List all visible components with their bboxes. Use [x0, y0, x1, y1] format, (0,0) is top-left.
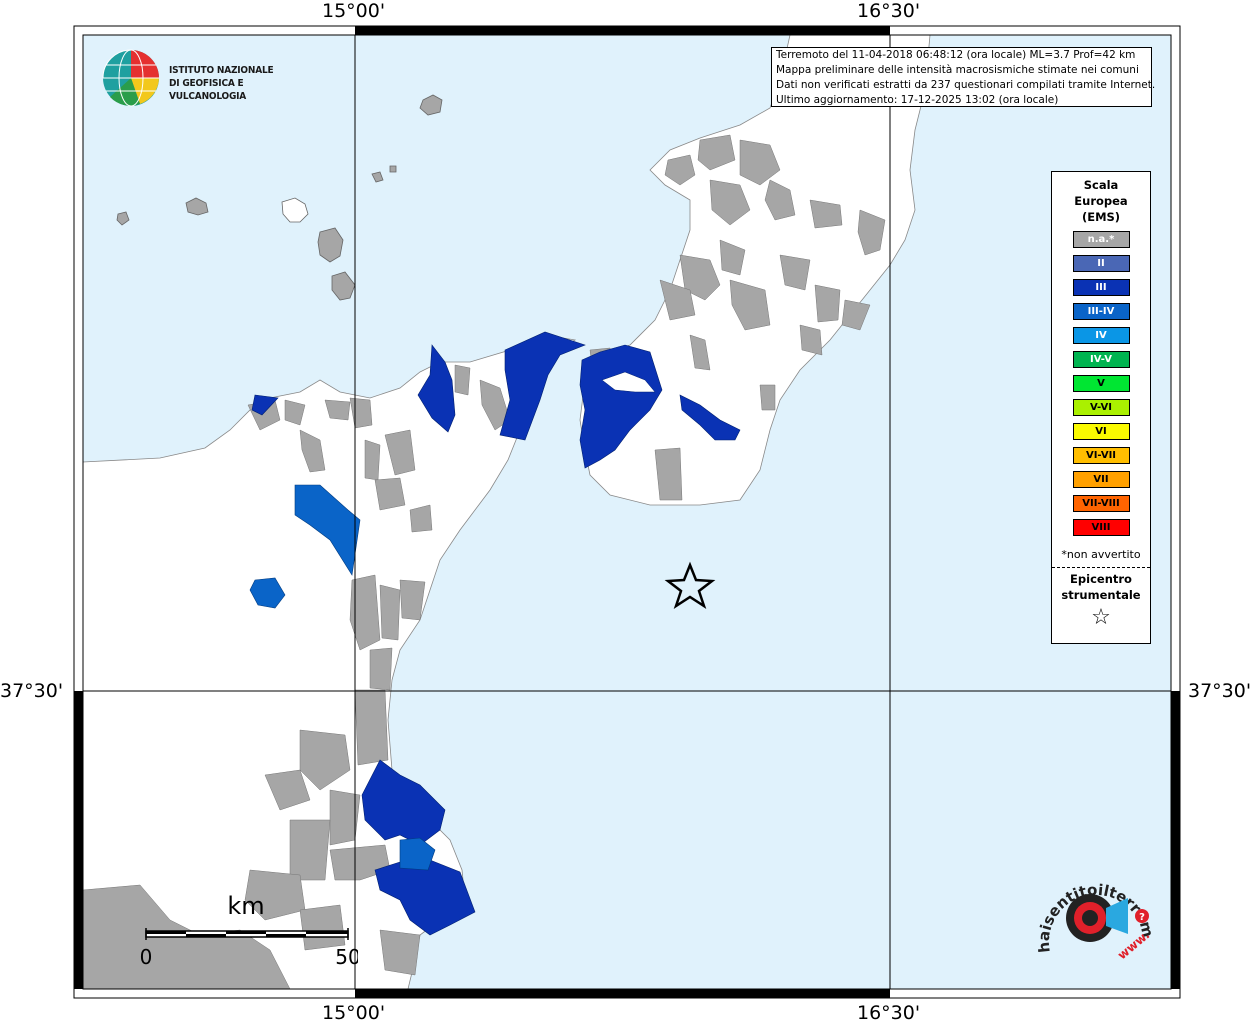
top-lon-left-label: 15°00': [322, 0, 386, 22]
top-lon-right-label: 16°30': [857, 0, 921, 22]
hsit-www: www.: [1115, 928, 1152, 963]
legend-title1: Scala: [1083, 178, 1119, 192]
legend-swatch-iii: III: [1072, 279, 1130, 296]
legend-swatch-iii-iv: III-IV: [1072, 303, 1130, 320]
legend-swatch-iv: IV: [1072, 327, 1130, 344]
legend-star-icon: ☆: [1091, 605, 1111, 630]
legend-swatch-na: n.a.*: [1072, 231, 1130, 248]
scale-unit: km: [227, 892, 264, 920]
legend-swatches: n.a.* II III III-IV IV IV-V V V-VI VI VI…: [1052, 231, 1150, 536]
legend-title3: (EMS): [1081, 210, 1121, 224]
legend-swatch-v-vi: V-VI: [1072, 399, 1130, 416]
legend-swatch-viii: VIII: [1072, 519, 1130, 536]
legend-swatch-vi-vii: VI-VII: [1072, 447, 1130, 464]
scale-start: 0: [140, 945, 153, 969]
legend-epicenter-line2: strumentale: [1061, 588, 1141, 602]
logo-line2: DI GEOFISICA E VULCANOLOGIA: [169, 78, 247, 102]
hsit-logo: haisentitoilterremoto.it ? www.: [1025, 846, 1160, 970]
scale-end: 50: [335, 945, 358, 969]
legend-swatch-ii: II: [1072, 255, 1130, 272]
legend-swatch-iv-v: IV-V: [1072, 351, 1130, 368]
left-lat-label: 37°30': [0, 680, 64, 702]
legend-na-note: *non avvertito: [1061, 548, 1141, 561]
bottom-lon-left-label: 15°00': [322, 1002, 386, 1024]
legend-swatch-vi: VI: [1072, 423, 1130, 440]
legend-separator: [1052, 567, 1150, 568]
logo-line1: ISTITUTO NAZIONALE: [169, 65, 274, 76]
info-line3: Dati non verificati estratti da 237 ques…: [776, 79, 1156, 91]
globe-icon: [102, 49, 159, 107]
legend-epicenter-line1: Epicentro: [1070, 572, 1132, 586]
event-info-box: Terremoto del 11-04-2018 06:48:12 (ora l…: [771, 47, 1156, 107]
scale-bar: km 0 50: [138, 890, 361, 970]
legend-swatch-v: V: [1072, 375, 1130, 392]
legend-title2: Europea: [1074, 194, 1128, 208]
info-line4: Ultimo aggiornamento: 17-12-2025 13:02 (…: [776, 94, 1059, 106]
info-line2: Mappa preliminare delle intensità macros…: [776, 64, 1139, 76]
legend-swatch-vii-viii: VII-VIII: [1072, 495, 1130, 512]
ingv-logo: ISTITUTO NAZIONALE DI GEOFISICA E VULCAN…: [100, 47, 320, 111]
info-line1: Terremoto del 11-04-2018 06:48:12 (ora l…: [776, 49, 1136, 61]
legend-swatch-vii: VII: [1072, 471, 1130, 488]
svg-text:?: ?: [1139, 912, 1145, 923]
ems-legend: Scala Europea (EMS) n.a.* II III III-IV …: [1051, 171, 1151, 644]
bottom-lon-right-label: 16°30': [857, 1002, 921, 1024]
right-lat-label: 37°30': [1188, 680, 1252, 702]
